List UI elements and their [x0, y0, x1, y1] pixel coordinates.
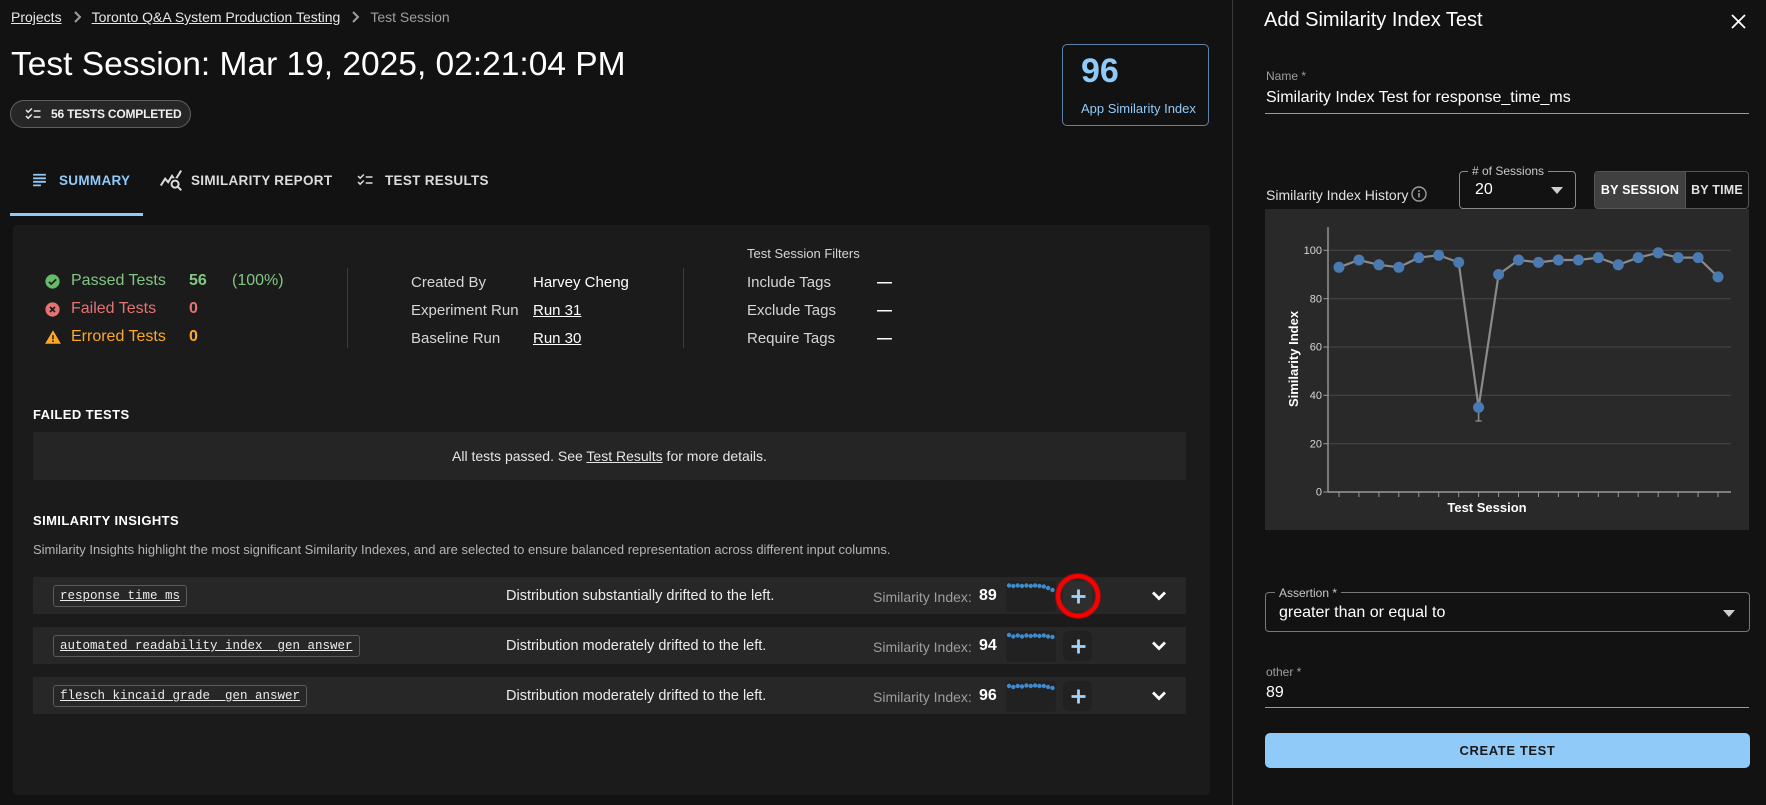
- svg-text:60: 60: [1310, 342, 1322, 354]
- svg-text:Similarity Index: Similarity Index: [1286, 310, 1301, 407]
- svg-text:40: 40: [1310, 390, 1322, 402]
- svg-text:20: 20: [1310, 438, 1322, 450]
- svg-text:Test Session: Test Session: [1447, 500, 1526, 515]
- svg-text:100: 100: [1304, 245, 1322, 257]
- svg-text:0: 0: [1316, 487, 1322, 499]
- svg-text:80: 80: [1310, 293, 1322, 305]
